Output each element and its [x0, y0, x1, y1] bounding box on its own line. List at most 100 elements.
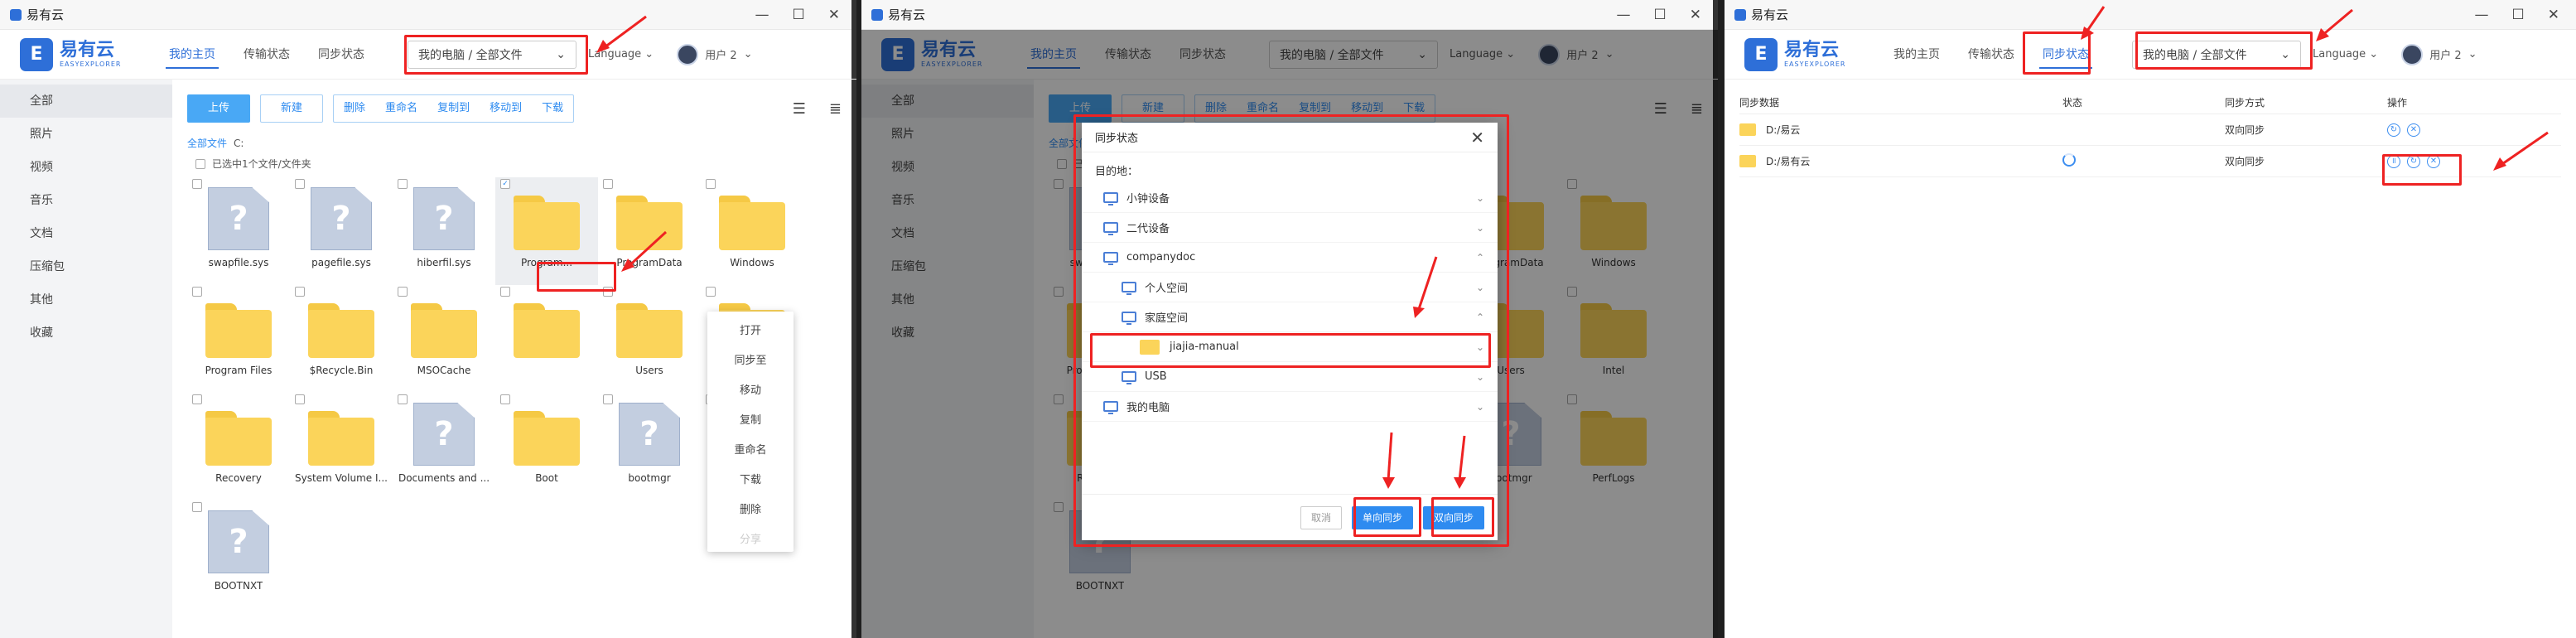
sidebar-item-photos[interactable]: 照片: [0, 118, 172, 151]
nav-home[interactable]: 我的主页: [1890, 41, 1943, 69]
tile-checkbox[interactable]: [603, 394, 613, 404]
nav-transfer[interactable]: 传输状态: [1965, 41, 2018, 69]
maximize-icon[interactable]: ☐: [793, 7, 805, 23]
context-menu-item[interactable]: 打开: [707, 317, 794, 346]
sort-icon[interactable]: ☰: [793, 100, 806, 118]
file-tile[interactable]: ? pagefile.sys: [290, 177, 393, 285]
tile-checkbox[interactable]: [295, 394, 305, 404]
table-row: D:/易云 双向同步 ↻ ✕: [1739, 114, 2561, 146]
folder-icon: [719, 196, 785, 250]
file-tile[interactable]: Users: [598, 285, 701, 393]
sidebar-item-all[interactable]: 全部: [0, 85, 172, 118]
file-tile[interactable]: System Volume I...: [290, 393, 393, 500]
context-menu-item[interactable]: 分享: [707, 525, 794, 555]
remove-icon[interactable]: ✕: [2407, 123, 2420, 137]
tile-checkbox[interactable]: [192, 502, 202, 512]
selection-info: 已选中1个文件/文件夹: [212, 158, 311, 170]
file-tile[interactable]: ? Documents and ...: [393, 393, 495, 500]
syncing-spinner-icon: [2062, 153, 2076, 167]
unknown-file-icon: ?: [208, 510, 269, 573]
select-all[interactable]: 已选中1个文件/文件夹: [187, 157, 842, 171]
panel-file-browser: 易有云 — ☐ ✕ E 易有云 EASYEXPLORER 我的主页 传输状态 同步状态…: [0, 0, 856, 638]
nav-home[interactable]: 我的主页: [166, 41, 219, 69]
context-menu-item[interactable]: 删除: [707, 495, 794, 525]
logo-mark-icon: E: [1744, 37, 1778, 71]
close-icon[interactable]: ✕: [1690, 7, 1701, 23]
context-menu-item[interactable]: 重命名: [707, 436, 794, 466]
tile-checkbox[interactable]: [603, 179, 613, 189]
rename-button[interactable]: 重命名: [375, 95, 427, 122]
sidebar-item-other[interactable]: 其他: [0, 283, 172, 317]
list-view-icon[interactable]: ≣: [829, 100, 842, 118]
highlight-path-selector: [2135, 31, 2313, 70]
user-menu[interactable]: 用户 2 ⌄: [677, 43, 753, 65]
tile-checkbox[interactable]: ✓: [500, 179, 510, 189]
folder-icon: [1739, 123, 1756, 136]
app-small-logo-icon: [1734, 8, 1746, 21]
tile-checkbox[interactable]: [706, 287, 716, 297]
minimize-icon[interactable]: —: [1617, 7, 1631, 23]
file-tile[interactable]: ? BOOTNXT: [187, 500, 290, 608]
nav-sync[interactable]: 同步状态: [315, 41, 368, 69]
tile-checkbox[interactable]: [192, 179, 202, 189]
refresh-icon[interactable]: ↻: [2387, 123, 2400, 137]
upload-button[interactable]: 上传: [187, 94, 251, 123]
breadcrumb-root[interactable]: 全部文件: [187, 138, 227, 149]
tile-checkbox[interactable]: [192, 287, 202, 297]
tile-checkbox[interactable]: [500, 287, 510, 297]
move-to-button[interactable]: 移动到: [480, 95, 532, 122]
file-tile[interactable]: MSOCache: [393, 285, 495, 393]
minimize-icon[interactable]: —: [755, 7, 769, 23]
breadcrumb: 全部文件 C:: [187, 136, 842, 150]
context-menu-item[interactable]: 下载: [707, 466, 794, 495]
language-selector[interactable]: Language ⌄: [2313, 48, 2378, 60]
breadcrumb-current[interactable]: C:: [234, 138, 244, 149]
file-tile[interactable]: ? bootmgr: [598, 393, 701, 500]
close-icon[interactable]: ✕: [2548, 7, 2559, 23]
file-tile[interactable]: Recovery: [187, 393, 290, 500]
file-tile[interactable]: Windows: [701, 177, 803, 285]
nav-transfer[interactable]: 传输状态: [240, 41, 293, 69]
context-menu-item[interactable]: 复制: [707, 406, 794, 436]
user-menu[interactable]: 用户 2 ⌄: [2401, 43, 2477, 65]
folder-icon: [514, 411, 580, 466]
sidebar-item-videos[interactable]: 视频: [0, 151, 172, 184]
tile-checkbox[interactable]: [192, 394, 202, 404]
file-tile[interactable]: Boot: [495, 393, 598, 500]
sidebar-item-docs[interactable]: 文档: [0, 217, 172, 250]
file-tile[interactable]: [495, 285, 598, 393]
file-tile[interactable]: ? hiberfil.sys: [393, 177, 495, 285]
sync-status: [2062, 153, 2225, 169]
highlight-path-selector: [404, 35, 588, 75]
folder-icon: [308, 411, 374, 466]
tile-checkbox[interactable]: [295, 287, 305, 297]
sidebar-item-archives[interactable]: 压缩包: [0, 250, 172, 283]
folder-icon: [411, 303, 477, 358]
sidebar-item-favorites[interactable]: 收藏: [0, 317, 172, 350]
context-menu-item[interactable]: 同步至: [707, 346, 794, 376]
file-name: Program Files: [205, 365, 273, 376]
context-menu-item[interactable]: 移动: [707, 376, 794, 406]
tile-checkbox[interactable]: [398, 179, 408, 189]
logo-subtitle: EASYEXPLORER: [1784, 60, 1846, 68]
select-all-checkbox[interactable]: [195, 158, 205, 169]
close-icon[interactable]: ✕: [828, 7, 840, 23]
tile-checkbox[interactable]: [398, 287, 408, 297]
tile-checkbox[interactable]: [500, 394, 510, 404]
minimize-icon[interactable]: —: [2475, 7, 2489, 23]
tile-checkbox[interactable]: [295, 179, 305, 189]
sidebar-item-music[interactable]: 音乐: [0, 184, 172, 217]
tile-checkbox[interactable]: [398, 394, 408, 404]
file-tile[interactable]: $Recycle.Bin: [290, 285, 393, 393]
download-button[interactable]: 下载: [532, 95, 573, 122]
new-button[interactable]: 新建: [260, 94, 324, 123]
file-tile[interactable]: ? swapfile.sys: [187, 177, 290, 285]
file-tile[interactable]: Program Files: [187, 285, 290, 393]
copy-to-button[interactable]: 复制到: [427, 95, 480, 122]
maximize-icon[interactable]: ☐: [2512, 7, 2525, 23]
maximize-icon[interactable]: ☐: [1654, 7, 1667, 23]
language-label: Language: [2313, 48, 2366, 60]
folder-icon: [205, 303, 272, 358]
delete-button[interactable]: 删除: [334, 95, 375, 122]
tile-checkbox[interactable]: [706, 179, 716, 189]
